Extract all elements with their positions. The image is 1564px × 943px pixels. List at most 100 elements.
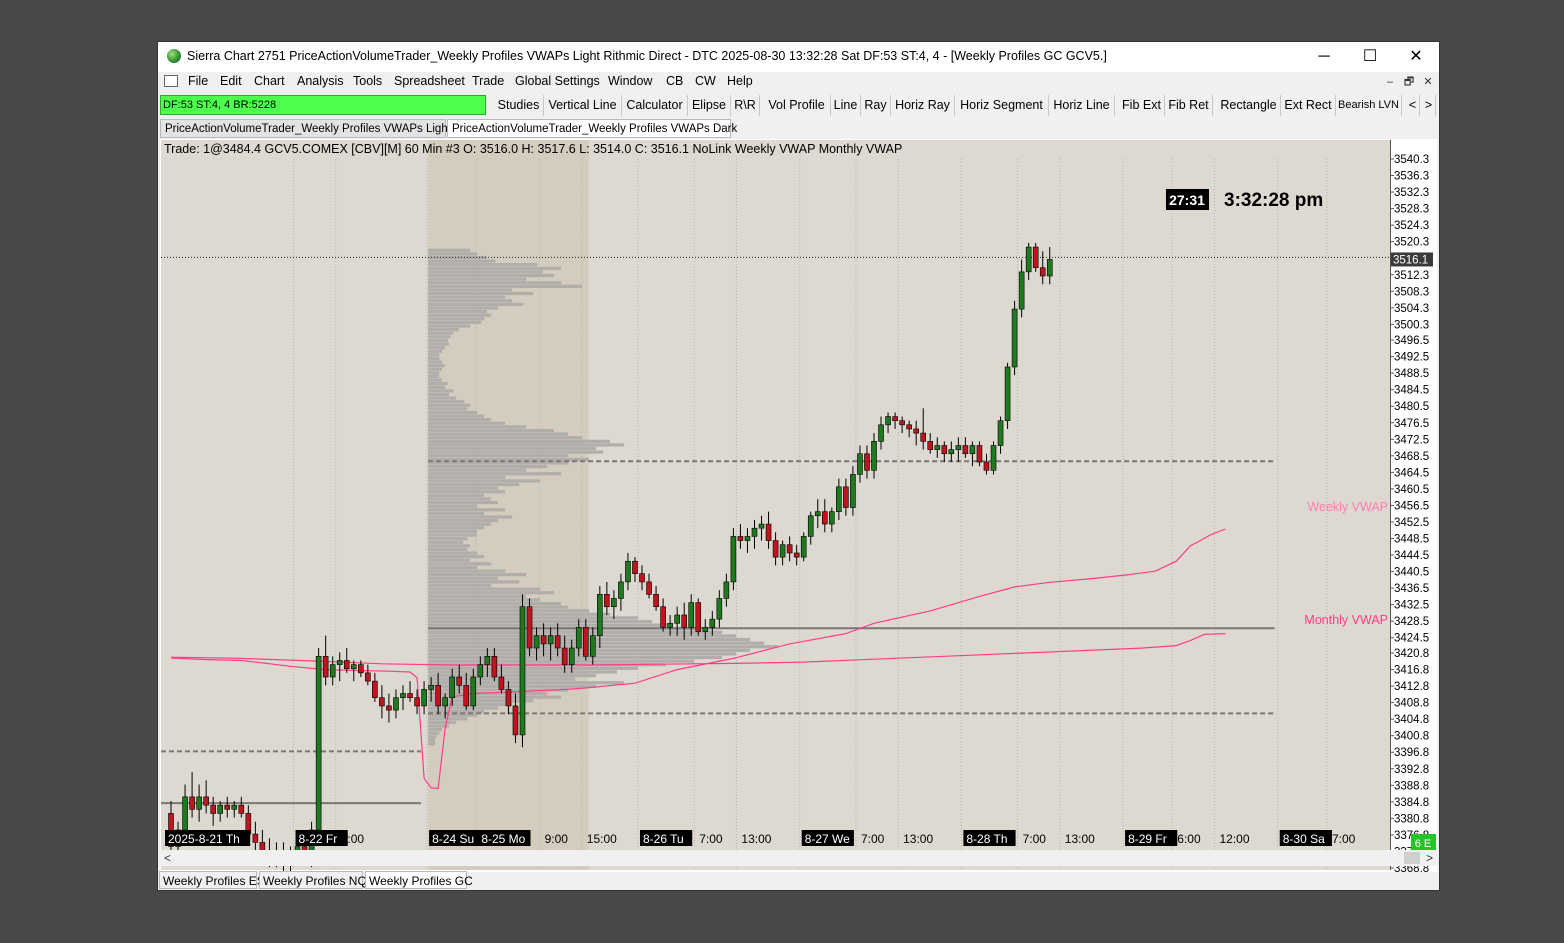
horiz-ray-button[interactable]: Horiz Ray (891, 95, 955, 116)
volume-profile-bar (428, 500, 499, 505)
candle-down (604, 594, 610, 608)
scroll-right-icon[interactable]: > (1426, 851, 1433, 865)
fib-ext-button[interactable]: Fib Ext (1119, 95, 1165, 116)
minimize-button[interactable]: ─ (1301, 42, 1347, 72)
menu-chart[interactable]: Chart (254, 74, 285, 88)
menu-cb[interactable]: CB (666, 74, 683, 88)
menu-global-settings[interactable]: Global Settings (515, 74, 600, 88)
studies-button[interactable]: Studies (494, 95, 544, 116)
risk-reward-button[interactable]: R\R (731, 95, 760, 116)
volume-profile-bar (428, 346, 445, 350)
menu-analysis[interactable]: Analysis (297, 74, 344, 88)
ext-rect-button[interactable]: Ext Rect (1281, 95, 1336, 116)
candle-down (414, 697, 420, 707)
volume-profile-bar (428, 327, 459, 332)
time-tick-label: 8-25 Mo (481, 832, 525, 846)
price-tick-label: 3400.8 (1394, 731, 1429, 743)
tab-weekly-profiles-light[interactable]: PriceActionVolumeTrader_Weekly Profiles … (160, 119, 451, 138)
elipse-button[interactable]: Elipse (688, 95, 731, 116)
menu-trade[interactable]: Trade (472, 74, 504, 88)
menu-cw[interactable]: CW (695, 74, 716, 88)
volume-profile-bar (428, 432, 569, 436)
mdi-close-button[interactable]: ✕ (1420, 74, 1436, 90)
candle-up (547, 635, 554, 645)
menu-window[interactable]: Window (608, 74, 652, 88)
price-chart[interactable]: 3540.3 3536.3 3532.3 3528.3 3524.3 3520.3 3516… (160, 139, 1437, 872)
candle-down (498, 676, 505, 690)
candle-up (393, 697, 399, 711)
volume-profile-bar (428, 731, 440, 735)
mdi-minimize-button[interactable]: – (1382, 74, 1398, 90)
toolbar-scroll-left-button[interactable]: < (1406, 95, 1420, 116)
toolbar-scroll-right-button[interactable]: > (1422, 95, 1436, 116)
ray-button[interactable]: Ray (861, 95, 891, 116)
volume-profile-bar (428, 472, 562, 476)
tab-weekly-profiles-dark[interactable]: PriceActionVolumeTrader_Weekly Profiles … (447, 119, 737, 138)
tab-weekly-profiles-nq[interactable]: Weekly Profiles NQ (259, 871, 367, 889)
volume-profile-bar (428, 479, 541, 483)
menu-edit[interactable]: Edit (220, 74, 242, 88)
volume-profile-bar (428, 565, 478, 570)
volume-profile-bar (428, 295, 506, 299)
volume-profile-bar (428, 519, 499, 523)
mdi-restore-button[interactable]: 🗗 (1401, 74, 1417, 90)
menu-tools[interactable]: Tools (353, 74, 382, 88)
maximize-button[interactable]: ☐ (1347, 42, 1393, 72)
candle-up (878, 424, 884, 442)
calculator-button[interactable]: Calculator (622, 95, 688, 116)
last-price: 3516.1 (1393, 254, 1428, 266)
menu-bar: File Edit Chart Analysis Tools Spreadshe… (158, 72, 1439, 92)
volume-profile-bar (428, 428, 555, 433)
volume-profile-bar (428, 547, 468, 552)
candle-up (716, 598, 723, 620)
candle-down (962, 445, 969, 455)
time-tick-label: 8-27 We (805, 832, 850, 846)
scroll-thumb[interactable] (1404, 852, 1420, 864)
candle-up (625, 560, 631, 583)
time-tick-label: 13:00 (741, 832, 771, 846)
volume-profile-bar (428, 291, 534, 296)
scroll-left-icon[interactable]: < (164, 851, 171, 865)
price-tick-label: 3428.5 (1394, 616, 1429, 628)
volume-profile-bar (428, 436, 583, 440)
volume-profile-bar (428, 266, 562, 270)
volume-profile-bar (428, 580, 520, 584)
menu-help[interactable]: Help (727, 74, 753, 88)
fib-ret-button[interactable]: Fib Ret (1165, 95, 1213, 116)
price-tick-label: 3484.5 (1394, 385, 1429, 397)
time-tick-label: 7:00 (699, 832, 723, 846)
candle-down (456, 676, 463, 686)
horiz-line-button[interactable]: Horiz Line (1049, 95, 1115, 116)
line-button[interactable]: Line (831, 95, 861, 116)
volume-profile-bar (428, 605, 569, 609)
horizontal-scrollbar[interactable]: < > (160, 850, 1437, 866)
document-icon[interactable] (164, 75, 178, 87)
time-tick-label: 8-26 Tu (643, 832, 684, 846)
bar-timer: 27:31 (1169, 192, 1205, 208)
rectangle-button[interactable]: Rectangle (1217, 95, 1281, 116)
bearish-lvn-button[interactable]: Bearish LVN (1336, 95, 1402, 116)
candle-up (990, 445, 997, 471)
price-tick-label: 3476.5 (1394, 418, 1429, 430)
horiz-segment-button[interactable]: Horiz Segment (955, 95, 1049, 116)
candle-down (976, 445, 983, 463)
menu-file[interactable]: File (188, 74, 208, 88)
candle-down (561, 647, 568, 665)
time-tick-label: 2025-8-21 Th (168, 832, 240, 846)
candle-up (997, 420, 1004, 446)
volume-profile-bar (428, 374, 440, 379)
window-title: Sierra Chart 2751 PriceActionVolumeTrade… (187, 49, 1107, 63)
title-bar[interactable]: Sierra Chart 2751 PriceActionVolumeTrade… (158, 42, 1439, 72)
vol-profile-button[interactable]: Vol Profile (763, 95, 831, 116)
time-tick-label: 13:00 (903, 832, 933, 846)
tab-weekly-profiles-es[interactable]: Weekly Profiles ES (159, 871, 265, 889)
candle-up (807, 515, 814, 537)
menu-spreadsheet[interactable]: Spreadsheet (394, 74, 465, 88)
time-tick-label: 8-29 Fr (1128, 832, 1167, 846)
candle-up (779, 544, 786, 558)
tab-weekly-profiles-gc[interactable]: Weekly Profiles GC (365, 871, 473, 889)
candle-down (941, 445, 948, 455)
close-button[interactable]: ✕ (1393, 42, 1439, 72)
vertical-line-button[interactable]: Vertical Line (544, 95, 622, 116)
time-axis[interactable]: 2025-8-21 Th 8-22 Fr 6:00 8-24 Su 8-25 Mo 9:0… (165, 830, 1356, 846)
